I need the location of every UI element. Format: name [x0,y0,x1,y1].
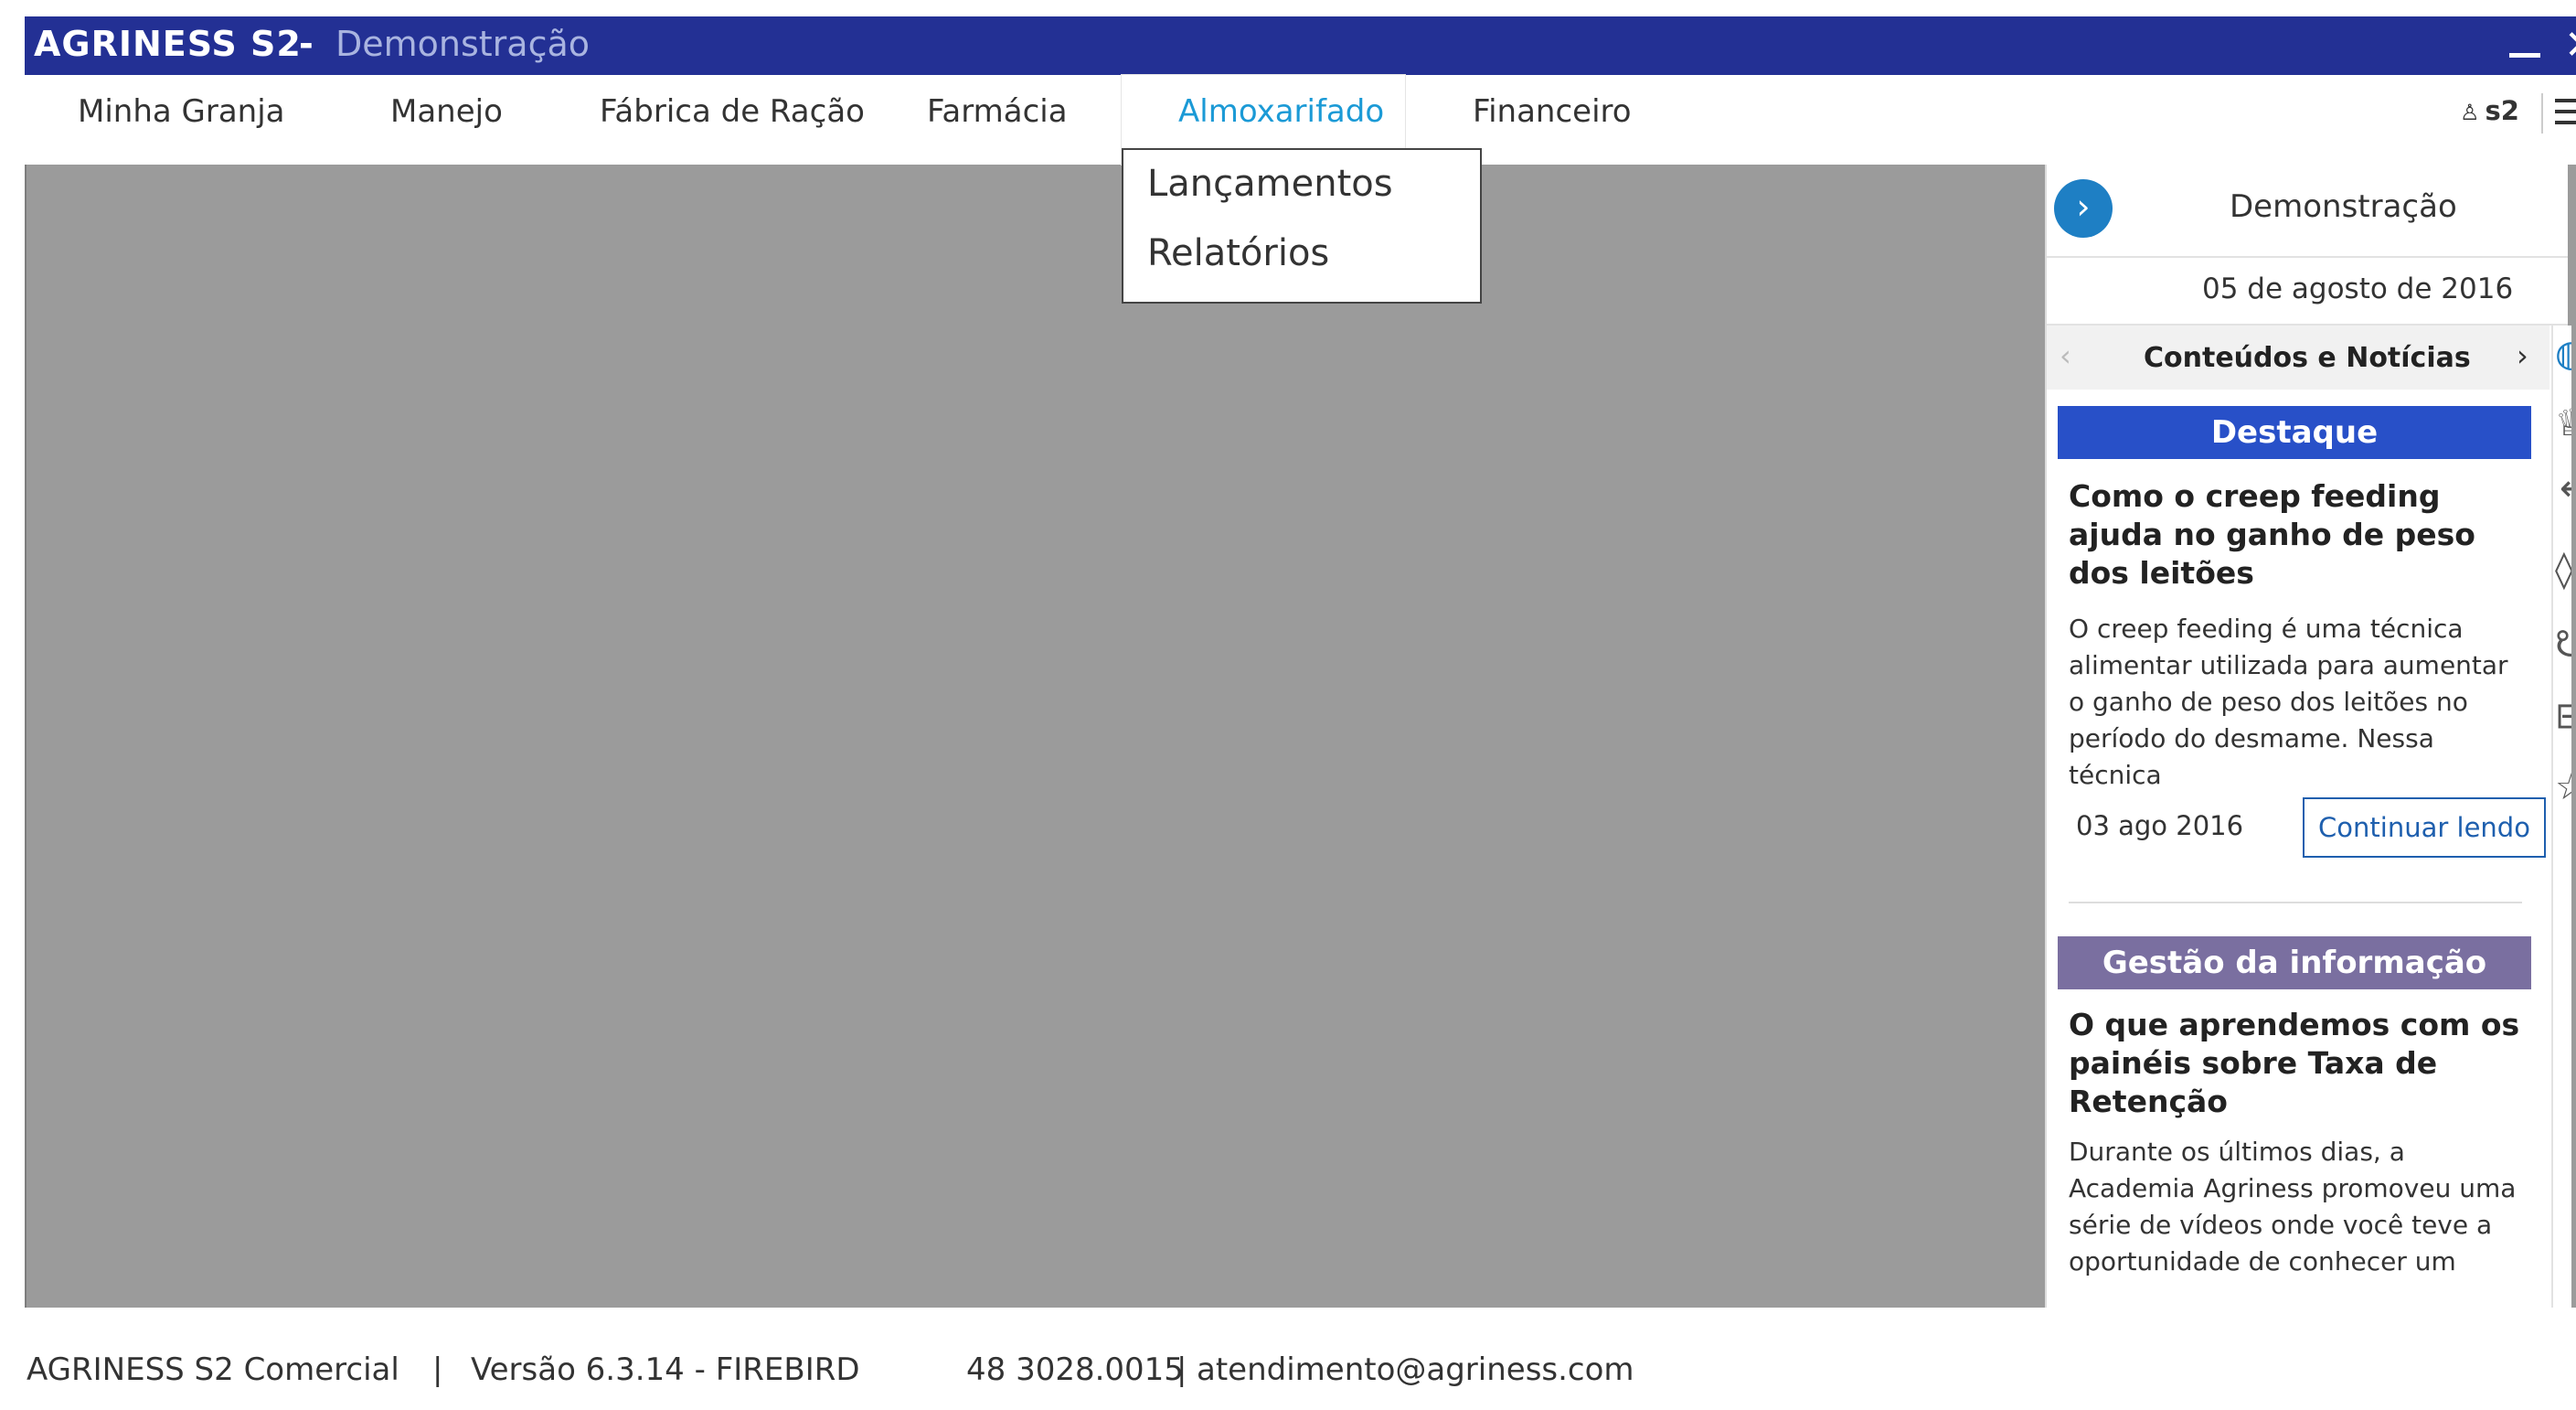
footer-version: Versão 6.3.14 - FIREBIRD [471,1351,860,1388]
news-title[interactable]: O que aprendemos com os painéis sobre Ta… [2069,1006,2526,1121]
menu-almoxarifado[interactable]: Almoxarifado [1178,93,1384,130]
chevron-right-icon[interactable]: › [2517,338,2528,373]
hamburger-menu-icon[interactable] [2555,99,2576,132]
star-icon[interactable]: ☆ [2555,766,2571,808]
menu-divider [2541,93,2543,134]
current-date: 05 de agosto de 2016 [2202,272,2514,305]
news-date: 03 ago 2016 [2076,810,2244,841]
news-category-destaque: Destaque [2058,406,2531,459]
panel-icon-strip: ◍ ♕ ↰ ◊ ☋ ⊟ ☆ [2551,326,2571,1324]
news-carousel-nav: ‹ Conteúdos e Notícias › [2047,326,2549,390]
almoxarifado-dropdown: Lançamentos Relatórios [1122,148,1482,304]
hook-icon[interactable]: ↰ [2555,475,2571,518]
menu-manejo[interactable]: Manejo [390,93,503,130]
chevron-left-icon[interactable]: ‹ [2060,338,2071,373]
dropdown-item-relatorios[interactable]: Relatórios [1147,232,1329,274]
news-title[interactable]: Como o creep feeding ajuda no ganho de p… [2069,477,2526,593]
title-bar: AGRINESS S2 - Demonstração ✕ [25,16,2576,75]
trophy-icon[interactable]: ♕ [2555,402,2571,444]
footer-divider: | [432,1351,443,1388]
news-section-label: Conteúdos e Notícias [2144,342,2471,374]
news-side-panel: › Demonstração 05 de agosto de 2016 ‹ Co… [2045,165,2571,1324]
user-menu[interactable]: ♙ s2 [2460,95,2519,126]
news-excerpt: Durante os últimos dias, a Academia Agri… [2069,1137,2517,1276]
status-footer: AGRINESS S2 Comercial | Versão 6.3.14 - … [25,1308,2576,1410]
menu-minha-granja[interactable]: Minha Granja [78,93,285,130]
title-separator: - [299,24,314,64]
panel-date-row: 05 de agosto de 2016 [2047,256,2568,326]
app-brand: AGRINESS S2 [34,24,302,64]
username: s2 [2485,95,2519,126]
panel-title: Demonstração [2230,188,2457,225]
menu-fabrica-de-racao[interactable]: Fábrica de Ração [600,93,865,130]
close-button[interactable]: ✕ [2564,22,2576,69]
chevron-right-icon: › [2076,187,2091,227]
collapse-panel-button[interactable]: › [2054,179,2113,238]
menu-farmacia[interactable]: Farmácia [927,93,1068,130]
news-category-gestao: Gestão da informação [2058,936,2531,989]
continue-reading-button[interactable]: Continuar lendo [2303,797,2546,858]
footer-product: AGRINESS S2 Comercial [27,1351,399,1388]
menu-financeiro[interactable]: Financeiro [1473,93,1632,130]
footer-email[interactable]: atendimento@agriness.com [1197,1351,1634,1388]
bottle-icon[interactable]: ◊ [2555,549,2571,591]
minimize-button[interactable] [2509,53,2540,58]
inbox-icon[interactable]: ⊟ [2555,695,2571,737]
pig-icon[interactable]: ☋ [2555,624,2571,666]
footer-divider: | [1176,1351,1187,1388]
farm-name: Demonstração [335,24,591,64]
panel-header: › Demonstração [2047,165,2568,258]
user-icon: ♙ [2460,100,2480,125]
globe-icon[interactable]: ◍ [2555,333,2571,375]
news-divider [2069,902,2522,903]
app-window: AGRINESS S2 - Demonstração ✕ Minha Granj… [25,16,2576,1410]
news-excerpt: O creep feeding é uma técnica alimentar … [2069,614,2508,790]
footer-phone: 48 3028.0015 [966,1351,1184,1388]
dropdown-item-lancamentos[interactable]: Lançamentos [1147,163,1393,205]
